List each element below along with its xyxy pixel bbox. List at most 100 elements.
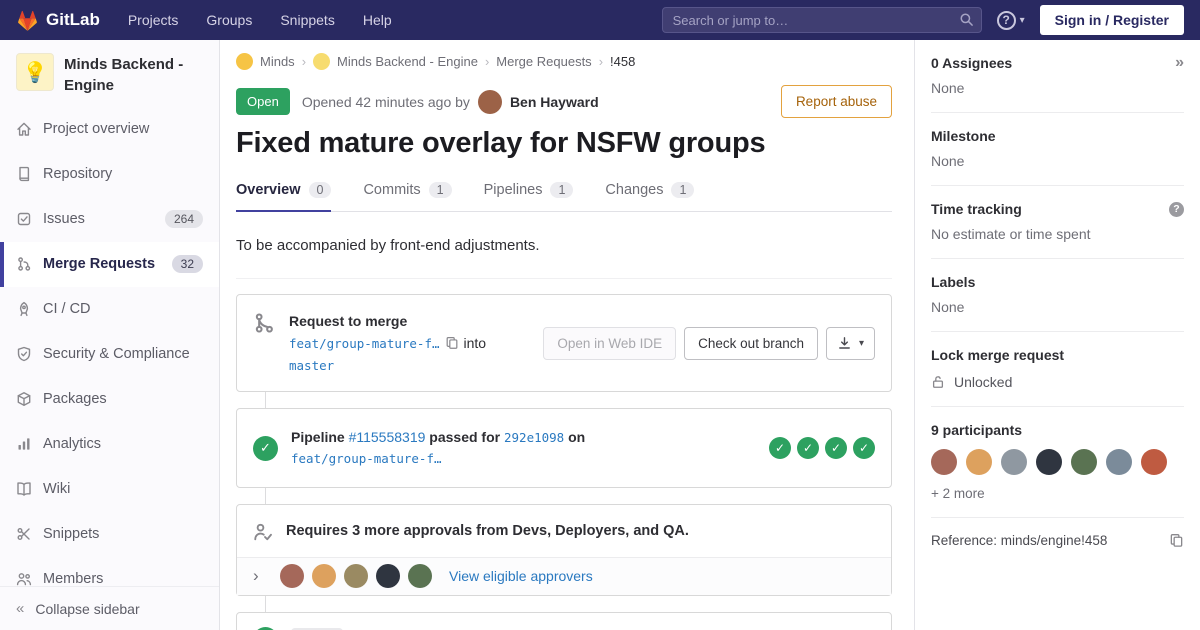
approver-avatar[interactable] [280, 564, 304, 589]
time-tracking-help-icon[interactable]: ? [1169, 201, 1184, 217]
copy-branch-icon[interactable] [445, 336, 459, 350]
assignees-value: None [931, 80, 965, 96]
pipeline-id-link[interactable]: #115558319 [349, 429, 426, 445]
stage-passed-icon[interactable]: ✓ [797, 437, 819, 460]
copy-reference-icon[interactable] [1169, 533, 1184, 548]
time-tracking-title: Time tracking [931, 201, 1022, 217]
sidebar-item-label: Packages [43, 391, 107, 408]
repository-icon [16, 166, 32, 182]
project-avatar-small [313, 53, 331, 70]
merge-status-box: ✓ [236, 612, 892, 630]
collapse-right-sidebar-icon[interactable]: » [1175, 55, 1184, 71]
milestone-title: Milestone [931, 128, 996, 144]
members-icon [16, 571, 32, 587]
sidebar-item-repository[interactable]: Repository [0, 152, 219, 197]
approvals-box: Requires 3 more approvals from Devs, Dep… [236, 504, 892, 597]
sidebar-item-packages[interactable]: Packages [0, 377, 219, 422]
check-out-branch-button[interactable]: Check out branch [684, 326, 818, 360]
sidebar-item-label: Repository [43, 166, 113, 183]
help-dropdown[interactable]: ? ▾ [996, 10, 1025, 30]
tab-changes[interactable]: Changes 1 [605, 173, 695, 211]
labels-value: None [931, 299, 965, 315]
git-merge-icon [253, 312, 275, 376]
tab-overview[interactable]: Overview 0 [236, 173, 332, 212]
participant-avatar[interactable] [1141, 449, 1167, 475]
chevron-down-icon: ▾ [1019, 14, 1025, 26]
pipeline-branch-link[interactable]: feat/group-mature-f… [291, 451, 442, 466]
sign-in-button[interactable]: Sign in / Register [1039, 5, 1184, 35]
expand-approvers-icon[interactable]: › [253, 566, 275, 586]
project-nav: Project overview Repository Issues 264 M… [0, 107, 219, 602]
breadcrumb-group-link[interactable]: Minds [260, 54, 295, 69]
approver-avatar[interactable] [312, 564, 336, 589]
participants-more-link[interactable]: + 2 more [931, 486, 1184, 501]
tab-label: Overview [236, 182, 301, 198]
sidebar-item-security-compliance[interactable]: Security & Compliance [0, 332, 219, 377]
sidebar-item-label: Snippets [43, 526, 100, 543]
nav-item-projects[interactable]: Projects [128, 12, 179, 28]
nav-item-groups[interactable]: Groups [206, 12, 252, 28]
gitlab-logo[interactable]: GitLab [16, 10, 100, 31]
breadcrumb-merge-requests-link[interactable]: Merge Requests [496, 54, 591, 69]
view-eligible-approvers-link[interactable]: View eligible approvers [449, 568, 593, 584]
project-context[interactable]: 💡 Minds Backend - Engine [0, 40, 219, 107]
report-abuse-button[interactable]: Report abuse [780, 85, 892, 118]
assignees-section: 0 Assignees » None [931, 40, 1184, 113]
participant-avatar[interactable] [1001, 449, 1027, 475]
author-link[interactable]: Ben Hayward [510, 94, 599, 110]
breadcrumb-project-link[interactable]: Minds Backend - Engine [337, 54, 478, 69]
approver-avatar[interactable] [408, 564, 432, 589]
participant-avatar[interactable] [1071, 449, 1097, 475]
sidebar-item-snippets[interactable]: Snippets [0, 512, 219, 557]
nav-item-help[interactable]: Help [363, 12, 392, 28]
milestone-value: None [931, 153, 965, 169]
tanuki-icon [16, 10, 39, 31]
author-avatar[interactable] [477, 89, 502, 114]
breadcrumb: Minds › Minds Backend - Engine › Merge R… [236, 53, 892, 70]
chevron-down-icon: ▾ [858, 337, 864, 349]
tab-count: 1 [550, 182, 574, 198]
approver-avatar[interactable] [376, 564, 400, 589]
sidebar-item-analytics[interactable]: Analytics [0, 422, 219, 467]
tab-commits[interactable]: Commits 1 [363, 173, 452, 211]
sidebar-item-project-overview[interactable]: Project overview [0, 107, 219, 152]
sidebar-item-issues[interactable]: Issues 264 [0, 197, 219, 242]
issues-count-badge: 264 [164, 210, 203, 229]
stage-passed-icon[interactable]: ✓ [769, 437, 791, 460]
pipeline-box: ✓ Pipeline #115558319 passed for 292e109… [236, 408, 892, 489]
main-nav: Projects Groups Snippets Help [128, 12, 392, 28]
main-content: Minds › Minds Backend - Engine › Merge R… [220, 40, 914, 630]
open-web-ide-button[interactable]: Open in Web IDE [543, 326, 677, 360]
request-to-merge-label: Request to merge [289, 313, 408, 329]
participant-avatar[interactable] [966, 449, 992, 475]
sidebar-item-ci-cd[interactable]: CI / CD [0, 287, 219, 332]
sidebar-item-label: CI / CD [43, 301, 91, 318]
mr-tabs: Overview 0 Commits 1 Pipelines 1 Changes… [236, 173, 892, 212]
commit-sha-link[interactable]: 292e1098 [504, 430, 564, 445]
search-input[interactable] [661, 7, 982, 33]
stage-passed-icon[interactable]: ✓ [825, 437, 847, 460]
tab-pipelines[interactable]: Pipelines 1 [484, 173, 574, 211]
download-dropdown-button[interactable]: ▾ [825, 326, 875, 360]
collapse-sidebar-button[interactable]: « Collapse sidebar [0, 586, 219, 630]
stage-passed-icon[interactable]: ✓ [853, 437, 875, 460]
tab-count: 1 [671, 182, 695, 198]
tab-count: 0 [308, 182, 332, 198]
participant-avatar[interactable] [1036, 449, 1062, 475]
source-branch-link[interactable]: feat/group-mature-f… [289, 336, 440, 351]
into-label: into [463, 335, 487, 352]
approver-avatar[interactable] [344, 564, 368, 589]
brand-text: GitLab [46, 10, 100, 29]
sidebar-item-label: Analytics [43, 436, 102, 453]
nav-item-snippets[interactable]: Snippets [280, 12, 334, 28]
pipeline-status-text: passed for [429, 429, 501, 446]
participants-section: 9 participants + 2 more [931, 407, 1184, 518]
sidebar-item-merge-requests[interactable]: Merge Requests 32 [0, 241, 219, 287]
labels-section: Labels None [931, 259, 1184, 332]
participant-avatar[interactable] [1106, 449, 1132, 475]
target-branch-link[interactable]: master [289, 358, 334, 373]
time-tracking-section: Time tracking ? No estimate or time spen… [931, 186, 1184, 259]
sidebar-item-wiki[interactable]: Wiki [0, 467, 219, 512]
sidebar-item-label: Security & Compliance [43, 346, 190, 363]
participant-avatar[interactable] [931, 449, 957, 475]
